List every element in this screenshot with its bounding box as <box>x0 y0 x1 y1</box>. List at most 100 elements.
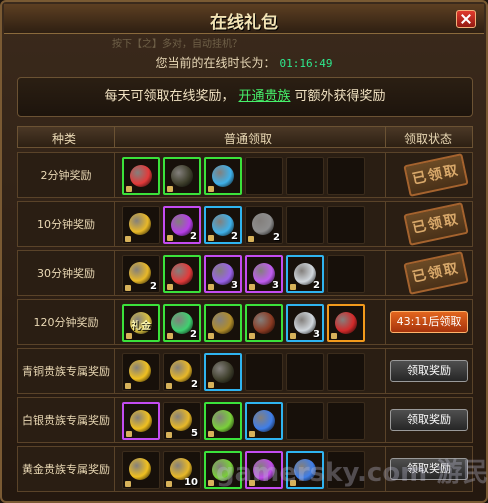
bound-lock-icon <box>167 186 173 192</box>
bound-lock-icon <box>125 236 131 242</box>
item-count: 2 <box>191 379 198 390</box>
table-row: 10分钟奖励 2 2 2 已领取 <box>17 201 473 247</box>
empty-slot <box>245 157 283 195</box>
bound-lock-icon <box>248 236 254 242</box>
reward-item[interactable] <box>204 451 242 489</box>
reward-item[interactable]: 2 <box>163 353 201 391</box>
reward-item[interactable]: 2 <box>204 206 242 244</box>
bound-lock-icon <box>249 333 255 339</box>
reward-item[interactable]: 2 <box>245 206 283 244</box>
item-icon <box>171 165 193 187</box>
reward-item[interactable] <box>122 353 160 391</box>
online-gift-window: 在线礼包 按下【之】多对，自动挂机？ 您当前的在线时长为： 01:16:49 每天… <box>0 0 488 503</box>
bound-lock-icon <box>208 284 214 290</box>
row-category: 10分钟奖励 <box>37 218 95 231</box>
header-normal: 普通领取 <box>224 132 273 146</box>
bound-lock-icon <box>290 480 296 486</box>
bound-lock-icon <box>208 480 214 486</box>
item-icon <box>212 410 234 432</box>
item-count: 2 <box>150 281 157 292</box>
reward-item[interactable] <box>163 157 201 195</box>
bound-lock-icon <box>125 481 131 487</box>
reward-item[interactable]: 5 <box>163 402 201 440</box>
reward-item[interactable] <box>122 402 160 440</box>
item-count: 5 <box>191 428 198 439</box>
reward-item[interactable] <box>204 402 242 440</box>
reward-item[interactable] <box>204 353 242 391</box>
window-title: 在线礼包 <box>210 13 278 33</box>
header-status: 领取状态 <box>404 132 453 146</box>
item-count: 10 <box>184 477 198 488</box>
reward-item[interactable]: 礼金 <box>122 304 160 342</box>
item-count: 3 <box>231 280 238 291</box>
bound-lock-icon <box>208 382 214 388</box>
empty-slot <box>327 353 365 391</box>
reward-item[interactable] <box>163 255 201 293</box>
empty-slot <box>286 206 324 244</box>
notice-box: 每天可领取在线奖励， 开通贵族 可额外获得奖励 <box>17 77 473 117</box>
item-icon <box>170 360 192 382</box>
bound-lock-icon <box>167 333 173 339</box>
reward-item[interactable] <box>122 451 160 489</box>
reward-item[interactable]: 3 <box>286 304 324 342</box>
table-row: 白银贵族专属奖励 5 领取奖励 <box>17 397 473 443</box>
reward-item[interactable] <box>327 304 365 342</box>
countdown-button[interactable]: 43:11后领取 <box>390 311 468 333</box>
reward-item[interactable] <box>204 304 242 342</box>
item-icon <box>212 165 234 187</box>
row-category: 30分钟奖励 <box>37 267 95 280</box>
reward-item[interactable] <box>245 451 283 489</box>
reward-item[interactable] <box>286 451 324 489</box>
bound-lock-icon <box>167 235 173 241</box>
reward-item[interactable] <box>245 402 283 440</box>
item-icon <box>130 165 152 187</box>
empty-slot <box>245 353 283 391</box>
row-category: 白银贵族专属奖励 <box>22 414 110 427</box>
claim-reward-button[interactable]: 领取奖励 <box>390 458 468 480</box>
item-icon <box>129 213 151 235</box>
online-time-label: 您当前的在线时长为： <box>155 56 276 70</box>
claim-reward-button[interactable]: 领取奖励 <box>390 360 468 382</box>
item-icon <box>252 213 274 235</box>
reward-item[interactable] <box>204 157 242 195</box>
close-icon[interactable] <box>456 10 476 28</box>
bound-lock-icon <box>290 284 296 290</box>
claimed-stamp: 已领取 <box>403 251 469 295</box>
item-icon <box>294 459 316 481</box>
bound-lock-icon <box>166 481 172 487</box>
reward-item[interactable]: 2 <box>286 255 324 293</box>
reward-item[interactable]: 2 <box>163 206 201 244</box>
claim-reward-button[interactable]: 领取奖励 <box>390 409 468 431</box>
row-category: 黄金贵族专属奖励 <box>22 463 110 476</box>
table-header: 种类 普通领取 领取状态 <box>17 126 473 148</box>
bound-lock-icon <box>249 431 255 437</box>
empty-slot <box>286 402 324 440</box>
table-row: 2分钟奖励 已领取 <box>17 152 473 198</box>
bound-lock-icon <box>166 432 172 438</box>
header-category: 种类 <box>52 132 77 146</box>
reward-item[interactable]: 10 <box>163 451 201 489</box>
bound-lock-icon <box>249 480 255 486</box>
row-category: 2分钟奖励 <box>40 169 92 182</box>
item-icon <box>212 459 234 481</box>
reward-item[interactable] <box>122 157 160 195</box>
reward-item[interactable]: 2 <box>122 255 160 293</box>
item-count: 3 <box>272 280 279 291</box>
bound-lock-icon <box>126 333 132 339</box>
empty-slot <box>286 353 324 391</box>
item-tag: 礼金 <box>131 321 151 332</box>
reward-item[interactable] <box>245 304 283 342</box>
empty-slot <box>327 451 365 489</box>
open-noble-link[interactable]: 开通贵族 <box>238 89 290 104</box>
bound-lock-icon <box>208 333 214 339</box>
reward-item[interactable] <box>122 206 160 244</box>
bound-lock-icon <box>208 235 214 241</box>
reward-item[interactable]: 3 <box>245 255 283 293</box>
reward-item[interactable]: 2 <box>163 304 201 342</box>
table-row: 120分钟奖励 礼金 2 3 43:11后领取 <box>17 299 473 345</box>
item-count: 3 <box>313 329 320 340</box>
item-icon <box>253 410 275 432</box>
table-row: 青铜贵族专属奖励 2 领取奖励 <box>17 348 473 394</box>
bound-lock-icon <box>126 431 132 437</box>
reward-item[interactable]: 3 <box>204 255 242 293</box>
